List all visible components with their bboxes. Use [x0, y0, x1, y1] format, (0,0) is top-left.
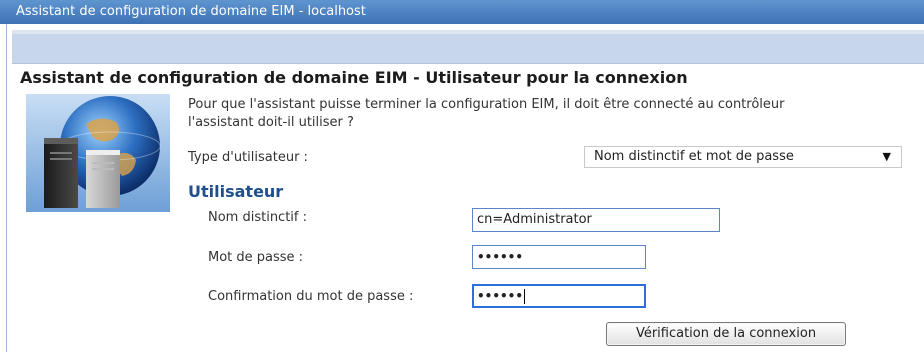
text-caret [524, 289, 526, 304]
confirm-password-value: •••••• [477, 289, 524, 303]
chevron-down-icon[interactable]: ▼ [883, 147, 891, 167]
wizard-window: Assistant de configuration de domaine EI… [0, 0, 924, 352]
user-type-select[interactable]: Nom distinctif et mot de passe ▼ [584, 146, 902, 168]
password-value: •••••• [477, 250, 524, 264]
password-input[interactable]: •••••• [472, 245, 646, 269]
confirm-password-input[interactable]: •••••• [472, 284, 646, 308]
intro-line-1: Pour que l'assistant puisse terminer la … [188, 97, 785, 112]
verify-connection-button[interactable]: Vérification de la connexion [606, 322, 846, 346]
user-type-label: Type d'utilisateur : [188, 150, 308, 165]
password-label: Mot de passe : [208, 250, 304, 265]
confirm-password-label: Confirmation du mot de passe : [208, 289, 414, 304]
dn-input[interactable]: cn=Administrator [472, 208, 720, 232]
dn-value: cn=Administrator [477, 212, 592, 227]
window-title: Assistant de configuration de domaine EI… [0, 0, 924, 24]
intro-text: Pour que l'assistant puisse terminer la … [188, 96, 924, 132]
intro-line-2: l'assistant doit-il utiliser ? [188, 115, 354, 130]
user-type-selected: Nom distinctif et mot de passe [594, 149, 794, 164]
user-section-title: Utilisateur [188, 182, 284, 201]
wizard-banner [12, 34, 924, 64]
page-title: Assistant de configuration de domaine EI… [20, 68, 688, 87]
dn-label: Nom distinctif : [208, 210, 308, 225]
globe-server-icon [26, 94, 170, 212]
